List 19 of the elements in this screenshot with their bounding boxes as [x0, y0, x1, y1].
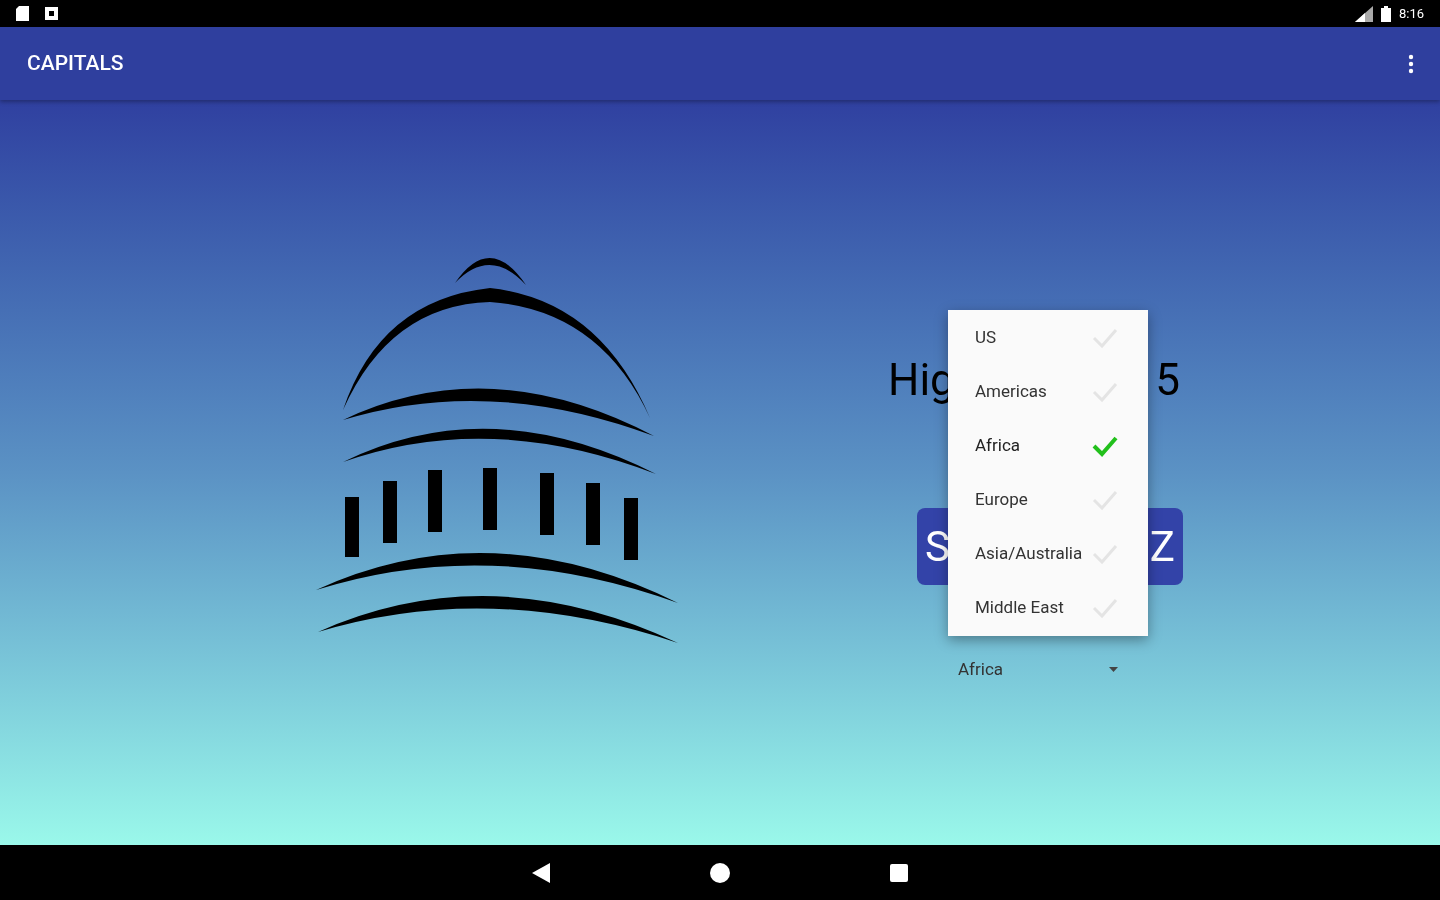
high-score-text: 5 — [1155, 358, 1180, 402]
signal-icon — [1354, 5, 1373, 22]
recents-icon[interactable] — [890, 863, 908, 882]
menu-item[interactable]: Middle East — [948, 581, 1148, 635]
region-spinner[interactable]: Africa — [958, 657, 1118, 683]
back-icon[interactable] — [532, 862, 550, 883]
menu-item[interactable]: US — [948, 311, 1148, 365]
square-icon — [45, 7, 58, 20]
sd-card-icon — [16, 6, 29, 21]
menu-item[interactable]: Asia/Australia — [948, 527, 1148, 581]
dropdown-caret-icon — [1109, 667, 1118, 673]
battery-icon — [1380, 5, 1391, 22]
menu-item[interactable]: Americas — [948, 365, 1148, 419]
app-title: CAPITALS — [27, 49, 124, 77]
menu-item[interactable]: Africa — [948, 419, 1148, 473]
menu-item[interactable]: Europe — [948, 473, 1148, 527]
home-icon[interactable] — [710, 862, 730, 883]
more-options-icon[interactable] — [1408, 53, 1414, 74]
clock-time: 8:16 — [1398, 4, 1424, 23]
